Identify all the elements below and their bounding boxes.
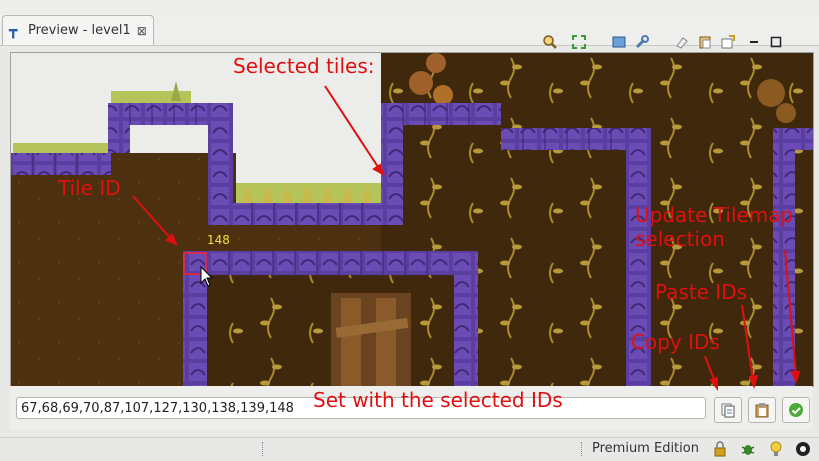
status-divider <box>581 442 583 456</box>
copy-ids-button[interactable] <box>714 397 742 423</box>
tile-id-label: 148 <box>207 233 230 247</box>
tab-preview-level1[interactable]: ┳ Preview - level1 ⊠ <box>2 15 154 45</box>
annotation-update-selection: selection <box>635 227 725 251</box>
annotation-update-tilemap: Update Tilemap <box>635 203 794 227</box>
close-icon[interactable]: ⊠ <box>137 24 147 38</box>
annotation-tile-id: Tile ID <box>58 176 121 200</box>
screen-icon[interactable] <box>609 32 629 52</box>
edition-label: Premium Edition <box>592 441 699 456</box>
annotation-paste-ids: Paste IDs <box>655 280 748 304</box>
update-selection-button[interactable] <box>782 397 810 423</box>
lightbulb-icon[interactable] <box>768 441 784 461</box>
fit-icon[interactable] <box>569 32 589 52</box>
top-strip <box>0 0 819 14</box>
tab-title: Preview - level1 <box>28 23 131 38</box>
lock-icon[interactable] <box>712 441 728 461</box>
zoom-icon[interactable] <box>540 32 560 52</box>
annotation-copy-ids: Copy IDs <box>631 330 720 354</box>
annotation-set-with-ids: Set with the selected IDs <box>313 388 563 412</box>
paste-ids-button[interactable] <box>748 397 776 423</box>
bug-icon[interactable] <box>740 441 756 461</box>
export-icon[interactable] <box>718 32 738 52</box>
tilemap-icon: ┳ <box>9 22 18 39</box>
status-bar: Premium Edition <box>0 437 819 460</box>
paste-icon[interactable] <box>695 32 715 52</box>
check-icon <box>789 403 803 417</box>
wooden-door <box>331 293 411 386</box>
clipboard-icon <box>755 403 769 418</box>
copy-icon <box>721 403 735 418</box>
maximize-icon[interactable] <box>766 32 786 52</box>
annotation-selected-tiles: Selected tiles: <box>233 54 375 78</box>
wrench-icon[interactable] <box>632 32 652 52</box>
github-icon[interactable] <box>795 441 811 461</box>
toolbar <box>540 32 786 52</box>
minimize-icon[interactable] <box>744 32 764 52</box>
editor-tab-bar: ┳ Preview - level1 ⊠ <box>0 13 819 49</box>
eraser-icon[interactable] <box>672 32 692 52</box>
status-divider <box>262 442 264 456</box>
